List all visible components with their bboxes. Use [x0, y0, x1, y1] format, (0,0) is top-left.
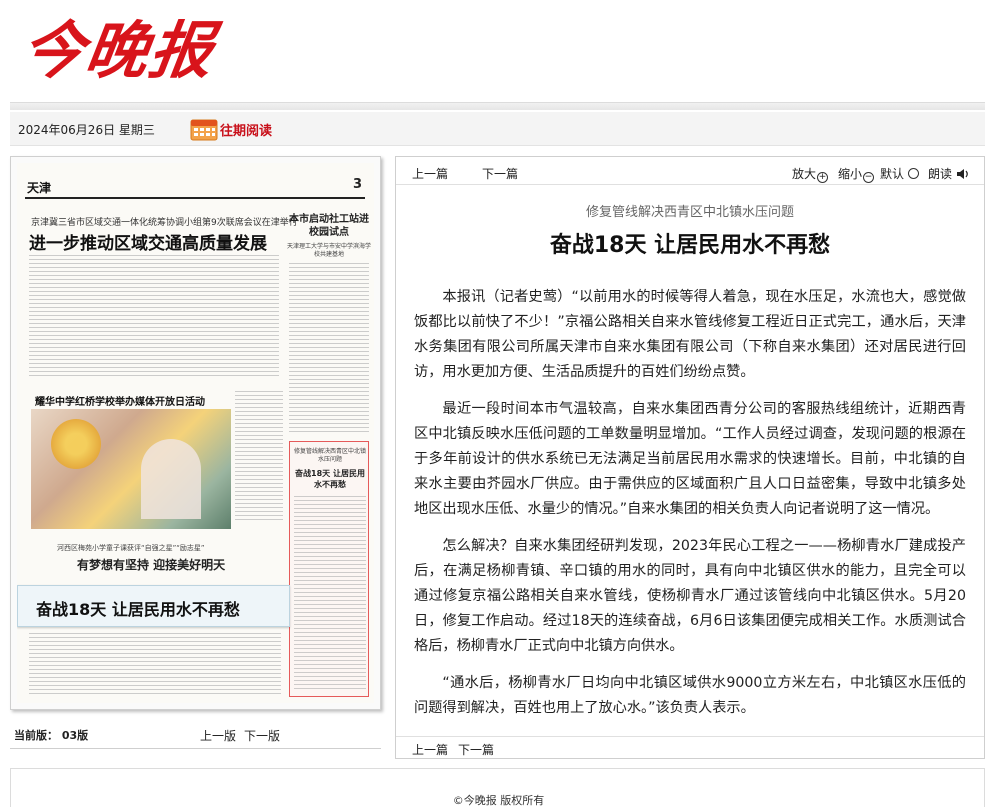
prev-article-link[interactable]: 上一篇 — [412, 165, 448, 182]
masthead: 今晚报 — [0, 0, 1000, 100]
story-text-block — [29, 255, 279, 377]
default-size-label: 默认 — [880, 167, 905, 181]
story-text-block — [294, 496, 366, 692]
article-paragraph: 本报讯（记者史莺）“以前用水的时候等得人着急，现在水压足，水流也大，感觉做饭都比… — [414, 289, 966, 380]
story-headline-yaohua[interactable]: 耀华中学红桥学校举办媒体开放日活动 — [35, 393, 205, 408]
page-section: 天津 — [27, 181, 52, 195]
article-toolbar: 上一篇 下一篇 放大 + 缩小 − 默认 朗读 — [396, 157, 984, 185]
story-kicker: 京津冀三省市区域交通一体化统筹协调小组第9次联席会议在津举行 — [31, 218, 298, 228]
minus-circle-icon: − — [863, 172, 875, 183]
issue-date: 2024年06月26日 星期三 — [18, 123, 155, 137]
copyright-text: ©今晚报 版权所有 — [452, 794, 545, 807]
story-highlight-area[interactable]: 修复管线解决西青区中北镇水压问题 奋战18天 让居民用水不再愁 — [289, 441, 369, 697]
hover-tooltip-text: 奋战18天 让居民用水不再愁 — [36, 600, 240, 619]
next-article-link[interactable]: 下一篇 — [482, 165, 518, 182]
article-paragraph: 怎么解决？自来水集团经研判发现，2023年民心工程之一——杨柳青水厂建成投产后，… — [414, 538, 966, 654]
article-body: 本报讯（记者史莺）“以前用水的时候等得人着急，现在水压足，水流也大，感觉做饭都比… — [414, 285, 966, 717]
plus-circle-icon: + — [817, 172, 829, 183]
article-title: 奋战18天 让居民用水不再愁 — [549, 233, 831, 258]
newspaper-page-viewer: 天津 3 京津冀三省市区域交通一体化统筹协调小组第9次联席会议在津举行 进一步推… — [10, 156, 381, 710]
calendar-icon[interactable] — [190, 117, 218, 141]
article-paragraph: 最近一段时间本市气温较高，自来水集团西青分公司的客服热线组统计，近期西青区中北镇… — [414, 401, 966, 517]
story-headline-meiyuan[interactable]: 有梦想有坚持 迎接美好明天 — [77, 556, 225, 573]
highlight-title: 奋战18天 让居民用水不再愁 — [295, 469, 365, 489]
story-subhead-social-work: 天津理工大学与市安中学滨海学校共建基地 — [287, 243, 372, 258]
read-aloud-label: 朗读 — [928, 167, 953, 181]
highlight-kicker: 修复管线解决西青区中北镇水压问题 — [294, 448, 367, 463]
newspaper-page-image[interactable]: 天津 3 京津冀三省市区域交通一体化统筹协调小组第9次联席会议在津举行 进一步推… — [17, 163, 374, 703]
zoom-out-button[interactable]: 缩小 − — [838, 165, 875, 183]
prev-edition-link[interactable]: 上一版 — [200, 727, 236, 744]
bottom-prev-article-link[interactable]: 上一篇 — [412, 741, 448, 758]
read-aloud-button[interactable]: 朗读 — [928, 165, 970, 182]
story-headline-social-work[interactable]: 本市启动社工站进校园试点 — [287, 213, 371, 239]
current-edition-value: 03版 — [61, 729, 89, 742]
date-bar: 2024年06月26日 星期三 往期阅读 — [10, 112, 985, 146]
bottom-next-article-link[interactable]: 下一篇 — [458, 741, 494, 758]
article-paragraph: “通水后，杨柳青水厂日均向中北镇区域供水9000立方米左右，中北镇区水压低的问题… — [414, 675, 966, 716]
news-photo — [31, 409, 231, 529]
article-panel: 上一篇 下一篇 放大 + 缩小 − 默认 朗读 修复管线解决西青区中北镇水压问题 奋… — [395, 156, 985, 759]
page-footer: ©今晚报 版权所有 — [10, 768, 985, 807]
story-headline-traffic[interactable]: 进一步推动区域交通高质量发展 — [29, 229, 267, 254]
circle-icon — [908, 168, 920, 179]
article-bottom-nav: 上一篇 下一篇 — [396, 736, 984, 758]
logo-text: 今晚报 — [16, 14, 220, 87]
newspaper-logo[interactable]: 今晚报 — [17, 8, 272, 94]
article-kicker: 修复管线解决西青区中北镇水压问题 — [585, 205, 794, 220]
default-size-button[interactable]: 默认 — [880, 165, 920, 182]
hover-tooltip: 奋战18天 让居民用水不再愁 — [17, 585, 290, 627]
past-issues-link[interactable]: 往期阅读 — [220, 120, 272, 139]
current-edition-label: 当前版： — [14, 729, 58, 742]
story-text-block — [289, 263, 369, 433]
page-number: 3 — [352, 177, 362, 192]
story-text-block — [29, 633, 281, 697]
page-header-rule — [25, 197, 365, 199]
photo-caption-text — [235, 391, 283, 521]
zoom-out-label: 缩小 — [838, 167, 863, 181]
next-edition-link[interactable]: 下一版 — [244, 727, 280, 744]
zoom-in-label: 放大 — [792, 167, 817, 181]
speaker-icon — [956, 169, 968, 179]
left-divider — [10, 748, 381, 749]
story-kicker-meiyuan: 河西区梅苑小学童子课获评“自强之星”“励志星” — [57, 544, 205, 552]
zoom-in-button[interactable]: 放大 + — [792, 165, 829, 183]
masthead-divider — [10, 102, 985, 110]
current-edition: 当前版： 03版 — [14, 727, 88, 743]
